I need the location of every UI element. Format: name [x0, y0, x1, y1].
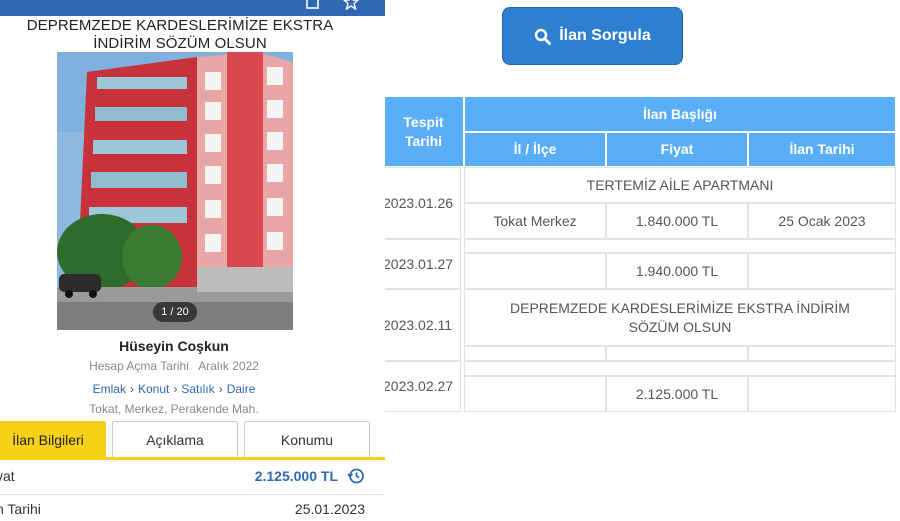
- price-value: 2.125.000 TL: [254, 468, 338, 484]
- star-icon[interactable]: [343, 0, 359, 10]
- seller-name[interactable]: Hüseyin Coşkun: [0, 338, 348, 354]
- row-3-title: DEPREMZEDE KARDESLERİMİZE EKSTRA İNDİRİM…: [464, 289, 896, 346]
- row-1-title: TERTEMİZ AİLE APARTMANI: [464, 167, 896, 203]
- header-il-ilce: İl / İlçe: [464, 132, 606, 167]
- listing-title: DEPREMZEDE KARDESLERİMİZE EKSTRA İNDİRİM…: [26, 17, 334, 52]
- row-3-location: [464, 346, 606, 361]
- breadcrumb-daire[interactable]: Daire: [227, 382, 256, 396]
- row-2-listing-date: [748, 253, 896, 289]
- row-4-listing-date: [748, 376, 896, 412]
- row-3-price: [606, 346, 748, 361]
- breadcrumb-separator: ›: [218, 382, 223, 396]
- breadcrumb-separator: ›: [129, 382, 134, 396]
- breadcrumb: Emlak › Konut › Satılık › Daire: [0, 382, 348, 396]
- listing-date-value: 25.01.2023: [294, 501, 365, 517]
- account-open-date: Hesap Açma Tarihi Aralık 2022: [0, 359, 348, 373]
- tab-ilan-bilgileri[interactable]: İlan Bilgileri: [0, 421, 106, 459]
- row-2-price: 1.940.000 TL: [606, 253, 748, 289]
- ilan-sorgula-button[interactable]: İlan Sorgula: [502, 7, 683, 65]
- search-icon: [535, 28, 552, 45]
- listing-photo[interactable]: 1 / 20: [57, 52, 293, 330]
- detail-label: n Tarihi: [0, 501, 41, 517]
- header-ilan-basligi: İlan Başlığı: [464, 96, 896, 132]
- breadcrumb-emlak[interactable]: Emlak: [93, 382, 126, 396]
- ilan-sorgula-label: İlan Sorgula: [559, 27, 651, 44]
- breadcrumb-satilik[interactable]: Satılık: [181, 382, 214, 396]
- query-panel: İlan Sorgula Tespit Tarihi İlan Başlığı …: [385, 0, 900, 521]
- tab-aciklama[interactable]: Açıklama: [112, 421, 238, 459]
- app-header-bar: [0, 0, 385, 16]
- detail-row-date: n Tarihi 25.01.2023: [0, 494, 385, 521]
- tab-konumu[interactable]: Konumu: [244, 421, 370, 459]
- building-image: [57, 52, 293, 330]
- row-1-price: 1.840.000 TL: [606, 203, 748, 239]
- header-ilan-tarihi: İlan Tarihi: [748, 132, 896, 167]
- row-2-title: [464, 239, 896, 253]
- row-1-listing-date: 25 Ocak 2023: [748, 203, 896, 239]
- row-1-date: 2023.01.26: [385, 167, 461, 239]
- row-1-location: Tokat Merkez: [464, 203, 606, 239]
- row-2-location: [464, 253, 606, 289]
- header-tespit-tarihi: Tespit Tarihi: [385, 96, 464, 167]
- breadcrumb-separator: ›: [173, 382, 178, 396]
- row-4-date: 2023.02.27: [385, 361, 461, 412]
- row-4-location: [464, 376, 606, 412]
- detail-row-price: yat 2.125.000 TL: [0, 461, 385, 491]
- share-icon[interactable]: [305, 0, 321, 10]
- tab-underline: [0, 457, 385, 460]
- header-fiyat: Fiyat: [606, 132, 748, 167]
- header-tespit-label: Tespit Tarihi: [403, 113, 444, 149]
- listing-location: Tokat, Merkez, Perakende Mah.: [89, 402, 259, 416]
- breadcrumb-konut[interactable]: Konut: [138, 382, 169, 396]
- row-3-listing-date: [748, 346, 896, 361]
- photo-counter: 1 / 20: [153, 302, 197, 322]
- tab-bar: İlan Bilgileri Açıklama Konumu: [0, 421, 385, 461]
- account-date-label: Hesap Açma Tarihi: [89, 359, 189, 373]
- row-4-title: [464, 361, 896, 376]
- detail-label: yat: [0, 468, 15, 484]
- history-icon[interactable]: [347, 467, 365, 485]
- row-2-date: 2023.01.27: [385, 239, 461, 289]
- account-date-value: Aralık 2022: [198, 359, 259, 373]
- row-3-date: 2023.02.11: [385, 289, 461, 361]
- row-4-price: 2.125.000 TL: [606, 376, 748, 412]
- listing-panel: DEPREMZEDE KARDESLERİMİZE EKSTRA İNDİRİM…: [0, 0, 385, 521]
